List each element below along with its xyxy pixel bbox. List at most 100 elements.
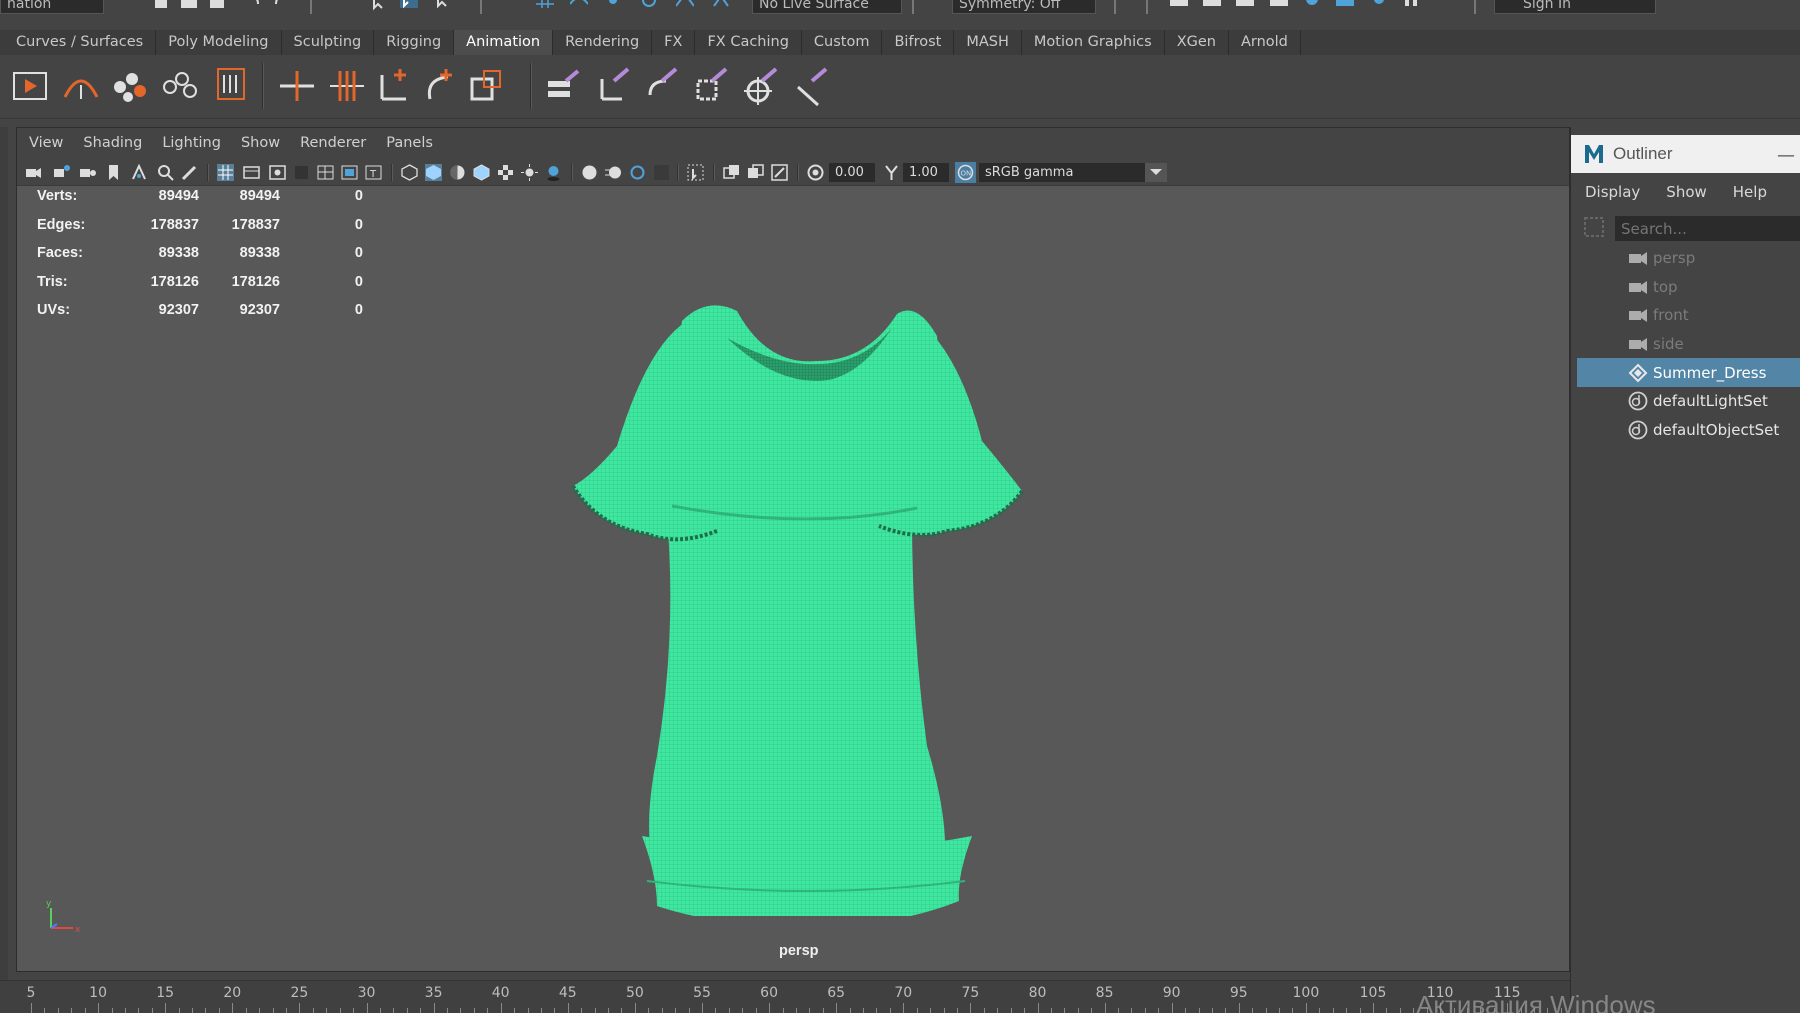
safe-title-icon[interactable]: T: [365, 164, 382, 181]
render-frame-icon[interactable]: [1203, 0, 1221, 12]
shelf-tab-fx-caching[interactable]: FX Caching: [695, 30, 802, 55]
shelf-tab-motion-graphics[interactable]: Motion Graphics: [1022, 30, 1165, 55]
summer-dress-mesh[interactable]: [517, 276, 1077, 916]
shelf-tab-animation[interactable]: Animation: [454, 30, 554, 55]
safe-action-icon[interactable]: [341, 164, 358, 181]
camera-attributes-icon[interactable]: [53, 164, 70, 181]
gamma-field[interactable]: 1.00: [903, 163, 949, 182]
wireframe-on-shaded-icon[interactable]: [473, 164, 490, 181]
select-tool-icon[interactable]: [370, 0, 388, 12]
anti-aliasing-icon[interactable]: [629, 164, 646, 181]
default-material-icon[interactable]: [449, 164, 466, 181]
shelf-tab-fx[interactable]: FX: [652, 30, 696, 55]
select-camera-icon[interactable]: [25, 164, 42, 181]
save-scene-icon[interactable]: [208, 0, 226, 12]
wireframe-icon[interactable]: [401, 164, 418, 181]
parent-constraint-icon[interactable]: [374, 65, 416, 107]
open-scene-icon[interactable]: [180, 0, 198, 12]
outliner-menu-display[interactable]: Display: [1585, 183, 1640, 201]
time-slider[interactable]: 5 10 15 20 25 30 35 40 45 50 55 60 65 70 75 80 85 90 95 100…: [0, 980, 1570, 1013]
ipr-render-icon[interactable]: [1236, 0, 1254, 12]
snap-view-icon[interactable]: [640, 0, 658, 12]
undo-icon[interactable]: [246, 0, 264, 12]
panel-menu-lighting[interactable]: Lighting: [162, 135, 221, 151]
outliner-item-defaultlightset[interactable]: defaultLightSet: [1577, 387, 1800, 416]
field-chart-icon[interactable]: [317, 164, 334, 181]
pole-vector-link-icon[interactable]: [792, 65, 834, 107]
shelf-tab-custom[interactable]: Custom: [802, 30, 883, 55]
isolate-select-icon[interactable]: [687, 164, 704, 181]
snap-grid-icon[interactable]: [536, 0, 554, 12]
use-all-lights-icon[interactable]: [521, 164, 538, 181]
hypershade-icon[interactable]: [1303, 0, 1321, 12]
shadows-icon[interactable]: [545, 164, 562, 181]
render-setup-icon[interactable]: [1336, 0, 1354, 12]
shelf-tab-bifrost[interactable]: Bifrost: [882, 30, 955, 55]
2d-pan-zoom-icon[interactable]: [157, 164, 174, 181]
image-plane-icon[interactable]: [131, 164, 148, 181]
render-settings-icon[interactable]: [1270, 0, 1288, 12]
shelf-tab-rendering[interactable]: Rendering: [553, 30, 653, 55]
motion-trail-icon[interactable]: [60, 65, 102, 107]
outliner-title-bar[interactable]: Outliner —: [1571, 135, 1800, 173]
color-management-toggle-icon[interactable]: ON: [955, 162, 976, 183]
panel-menu-show[interactable]: Show: [241, 135, 280, 151]
lasso-tool-icon[interactable]: [400, 0, 418, 12]
exposure-field[interactable]: 0.00: [829, 163, 875, 182]
outliner-search-input[interactable]: [1615, 216, 1800, 241]
panel-menu-renderer[interactable]: Renderer: [300, 135, 366, 151]
symmetry-dropdown[interactable]: Symmetry: Off: [952, 0, 1096, 14]
outliner-item-side[interactable]: side: [1577, 330, 1800, 359]
xray-active-components-icon[interactable]: [747, 164, 764, 181]
lock-camera-icon[interactable]: [79, 164, 96, 181]
create-joint-icon[interactable]: [276, 65, 318, 107]
xray-icon[interactable]: [723, 164, 740, 181]
motion-blur-icon[interactable]: [605, 164, 622, 181]
grease-pencil-icon[interactable]: [181, 164, 198, 181]
shelf-tab-sculpting[interactable]: Sculpting: [282, 30, 375, 55]
gate-mask-icon[interactable]: [293, 164, 310, 181]
xray-joints-icon[interactable]: [771, 164, 788, 181]
sign-in-dropdown[interactable]: Sign In: [1494, 0, 1656, 14]
ghost-selected-icon[interactable]: [110, 65, 152, 107]
aim-link-icon[interactable]: [742, 65, 784, 107]
screen-space-ao-icon[interactable]: [581, 164, 598, 181]
shelf-tab-poly-modeling[interactable]: Poly Modeling: [156, 30, 282, 55]
outliner-item-summer-dress[interactable]: Summer_Dress: [1577, 358, 1800, 387]
parent-link-icon[interactable]: [594, 65, 636, 107]
orient-link-icon[interactable]: [642, 65, 684, 107]
resolution-gate-icon[interactable]: [269, 164, 286, 181]
pause-viewport-icon[interactable]: [1403, 0, 1421, 12]
shelf-tab-xgen[interactable]: XGen: [1165, 30, 1229, 55]
panel-menu-view[interactable]: View: [29, 135, 63, 151]
unghost-all-icon[interactable]: [160, 65, 202, 107]
point-constraint-icon[interactable]: [544, 65, 586, 107]
playblast-icon[interactable]: [10, 65, 52, 107]
grid-toggle-icon[interactable]: [217, 164, 234, 181]
3d-viewport[interactable]: Verts: 89494 89494 0 Edges: 178837 178837 0 Face…: [17, 186, 1569, 971]
outliner-menu-show[interactable]: Show: [1666, 183, 1706, 201]
snap-curve-icon[interactable]: [570, 0, 588, 12]
shelf-tab-curves-surfaces[interactable]: Curves / Surfaces: [4, 30, 157, 55]
paint-select-icon[interactable]: [434, 0, 452, 12]
light-editor-icon[interactable]: [1370, 0, 1388, 12]
bake-animation-icon[interactable]: [210, 65, 252, 107]
outliner-item-defaultobjectset[interactable]: defaultObjectSet: [1577, 416, 1800, 445]
render-view-icon[interactable]: [1170, 0, 1188, 12]
ik-handle-icon[interactable]: [326, 65, 368, 107]
view-transform-chevron-icon[interactable]: [1145, 163, 1167, 182]
scale-link-icon[interactable]: [692, 65, 734, 107]
exposure-icon[interactable]: [807, 164, 824, 181]
film-gate-icon[interactable]: [243, 164, 260, 181]
menu-set-dropdown[interactable]: nation: [0, 0, 104, 14]
orient-constraint-icon[interactable]: [420, 65, 462, 107]
snap-live-icon[interactable]: [712, 0, 730, 12]
new-scene-icon[interactable]: [152, 0, 170, 12]
shelf-tab-mash[interactable]: MASH: [954, 30, 1022, 55]
shelf-tab-arnold[interactable]: Arnold: [1229, 30, 1301, 55]
bookmark-icon[interactable]: [105, 164, 122, 181]
shelf-tab-rigging[interactable]: Rigging: [374, 30, 455, 55]
outliner-menu-help[interactable]: Help: [1733, 183, 1767, 201]
outliner-item-top[interactable]: top: [1577, 273, 1800, 302]
panel-menu-shading[interactable]: Shading: [83, 135, 142, 151]
